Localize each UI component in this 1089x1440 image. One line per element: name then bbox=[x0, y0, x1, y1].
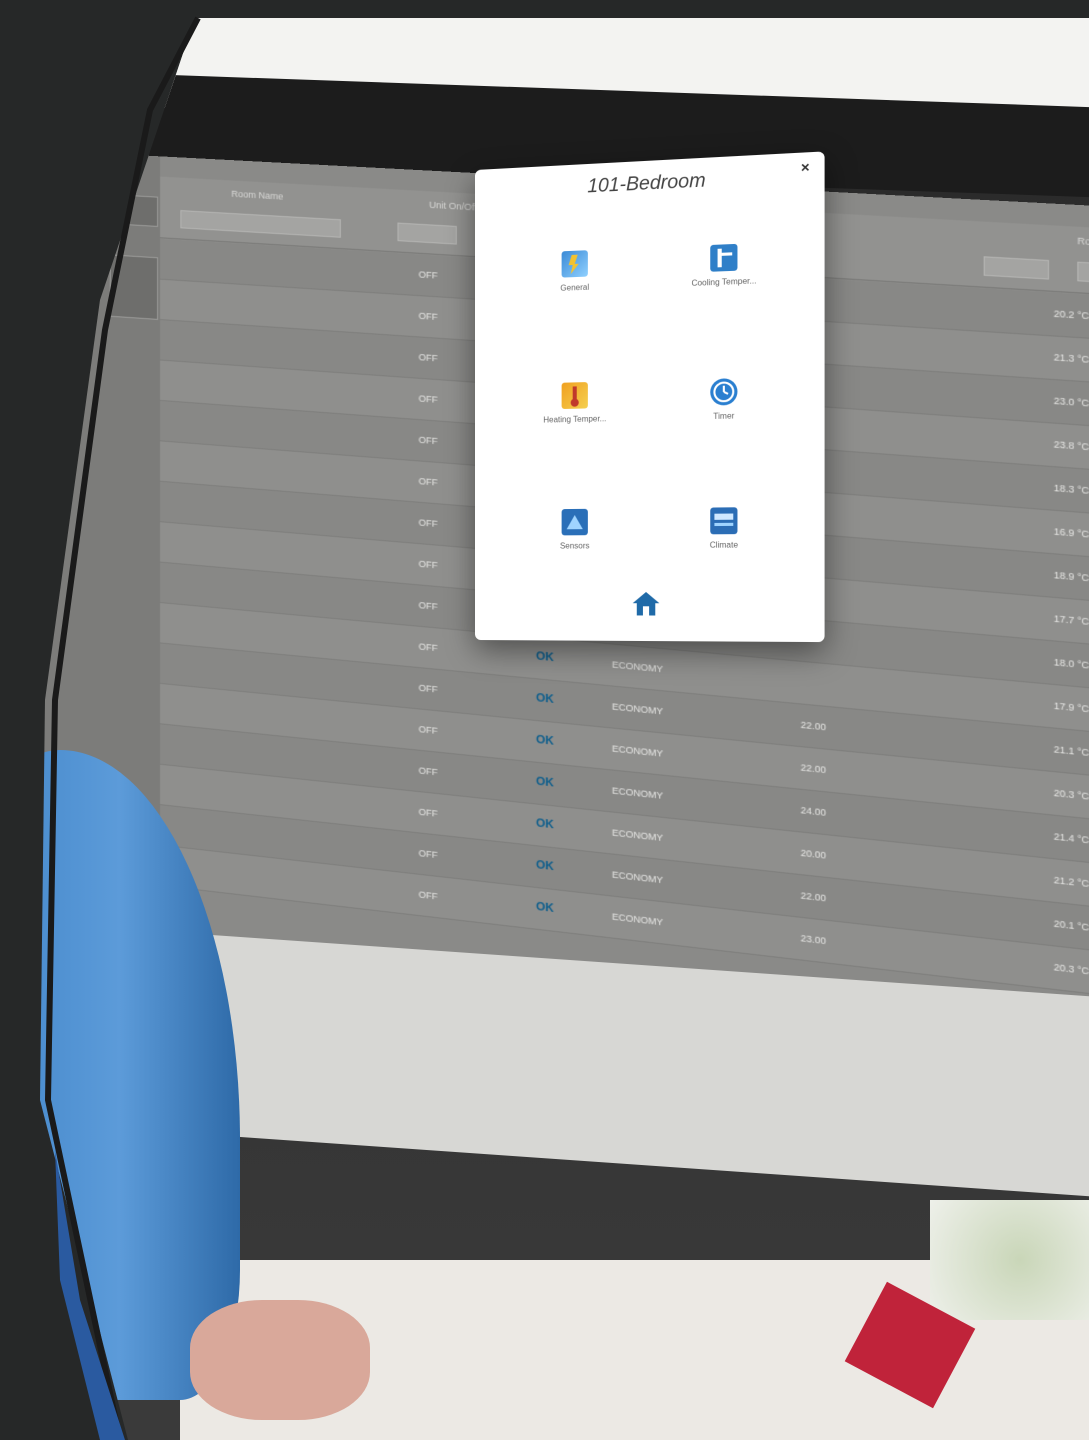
cell-status: OK bbox=[536, 775, 554, 789]
cell-onoff: OFF bbox=[419, 807, 438, 819]
cell-onoff: OFF bbox=[419, 848, 438, 860]
filter-temp-from[interactable] bbox=[984, 256, 1049, 279]
tile-label: Timer bbox=[661, 410, 787, 422]
cell-onoff: OFF bbox=[419, 889, 438, 902]
cell-onoff: OFF bbox=[419, 683, 438, 695]
cell-onoff: OFF bbox=[419, 641, 438, 653]
tile-climate[interactable]: Climate bbox=[661, 507, 787, 550]
cell-onoff: OFF bbox=[419, 476, 438, 488]
general-icon bbox=[562, 250, 588, 277]
cell-onoff: OFF bbox=[419, 559, 438, 571]
header-room-name: Room Name bbox=[231, 189, 283, 202]
cell-status: OK bbox=[536, 650, 554, 664]
cell-temp: 17.7 °C bbox=[1054, 613, 1089, 627]
cell-mode: ECONOMY bbox=[612, 911, 663, 927]
filter-temp-to[interactable] bbox=[1077, 262, 1089, 286]
tile-general[interactable]: General bbox=[515, 248, 636, 294]
cooling-temperature-icon bbox=[710, 244, 737, 272]
cell-onoff: OFF bbox=[419, 352, 438, 364]
cell-temp: 21.1 °C bbox=[1054, 744, 1089, 758]
cell-status: OK bbox=[536, 692, 554, 706]
cell-onoff: OFF bbox=[419, 517, 438, 529]
cell-setpoint: 22.00 bbox=[801, 719, 826, 732]
filter-room-name[interactable] bbox=[180, 210, 341, 238]
cell-temp: 21.4 °C bbox=[1054, 831, 1089, 846]
cell-onoff: OFF bbox=[419, 311, 438, 323]
cell-setpoint: 23.00 bbox=[801, 933, 826, 947]
cell-temp: 23.0 °C bbox=[1054, 395, 1089, 408]
close-button[interactable]: × bbox=[801, 158, 810, 175]
plant bbox=[930, 1200, 1089, 1320]
sensors-icon bbox=[562, 509, 588, 536]
tile-cooling-temperature[interactable]: Cooling Temper... bbox=[661, 242, 787, 289]
cell-status: OK bbox=[536, 900, 554, 915]
tile-label: Heating Temper... bbox=[515, 413, 636, 425]
tile-label: Climate bbox=[661, 540, 787, 550]
timer-icon bbox=[710, 378, 737, 405]
person-hand bbox=[190, 1300, 370, 1420]
cell-status: OK bbox=[536, 817, 554, 831]
sidebar-panel[interactable] bbox=[110, 254, 158, 320]
tile-sensors[interactable]: Sensors bbox=[515, 508, 636, 550]
cell-onoff: OFF bbox=[419, 269, 438, 281]
cell-temp: 20.3 °C bbox=[1054, 962, 1089, 977]
cell-status: OK bbox=[536, 734, 554, 748]
cell-setpoint: 24.00 bbox=[801, 805, 826, 818]
tile-timer[interactable]: Timer bbox=[661, 377, 787, 422]
cell-temp: 17.9 °C bbox=[1054, 700, 1089, 714]
cell-temp: 23.8 °C bbox=[1054, 439, 1089, 452]
cell-temp: 21.2 °C bbox=[1054, 875, 1089, 890]
cell-onoff: OFF bbox=[419, 724, 438, 736]
cell-temp: 20.3 °C bbox=[1054, 787, 1089, 801]
cell-mode: ECONOMY bbox=[612, 827, 663, 843]
sidebar-button[interactable] bbox=[110, 194, 158, 227]
room-dialog: 101-Bedroom × General Cooling Temper... … bbox=[475, 151, 825, 642]
cell-setpoint: 22.00 bbox=[801, 890, 826, 904]
header-unit-onoff: Unit On/Off bbox=[429, 200, 477, 213]
cell-status: OK bbox=[536, 859, 554, 874]
heating-temperature-icon bbox=[562, 382, 588, 409]
cell-onoff: OFF bbox=[419, 435, 438, 447]
cell-mode: ECONOMY bbox=[612, 659, 663, 674]
cell-mode: ECONOMY bbox=[612, 701, 663, 716]
cell-temp: 18.9 °C bbox=[1054, 570, 1089, 584]
filter-onoff[interactable] bbox=[397, 223, 456, 245]
cell-setpoint: 20.00 bbox=[801, 847, 826, 860]
cell-onoff: OFF bbox=[419, 765, 438, 777]
cell-temp: 20.1 °C bbox=[1054, 918, 1089, 933]
tile-label: Cooling Temper... bbox=[661, 275, 787, 289]
cell-temp: 16.9 °C bbox=[1054, 526, 1089, 540]
dialog-title: 101-Bedroom bbox=[475, 164, 825, 204]
home-icon[interactable] bbox=[631, 590, 662, 617]
cell-onoff: OFF bbox=[419, 600, 438, 612]
tile-label: Sensors bbox=[515, 541, 636, 551]
monitor-photo: Room Name Unit On/Off Room Temperature O… bbox=[0, 0, 1089, 1440]
cell-temp: 21.3 °C bbox=[1054, 352, 1089, 365]
cell-setpoint: 22.00 bbox=[801, 762, 826, 775]
header-room-temperature: Room Temperature bbox=[1077, 235, 1089, 251]
cell-mode: ECONOMY bbox=[612, 743, 663, 759]
cell-onoff: OFF bbox=[419, 393, 438, 405]
climate-icon bbox=[710, 507, 737, 534]
cell-temp: 20.2 °C bbox=[1054, 308, 1089, 321]
cell-temp: 18.0 °C bbox=[1054, 657, 1089, 671]
tile-heating-temperature[interactable]: Heating Temper... bbox=[515, 381, 636, 425]
cell-mode: ECONOMY bbox=[612, 785, 663, 801]
tile-label: General bbox=[515, 281, 636, 295]
cell-temp: 18.3 °C bbox=[1054, 482, 1089, 496]
cell-mode: ECONOMY bbox=[612, 869, 663, 885]
